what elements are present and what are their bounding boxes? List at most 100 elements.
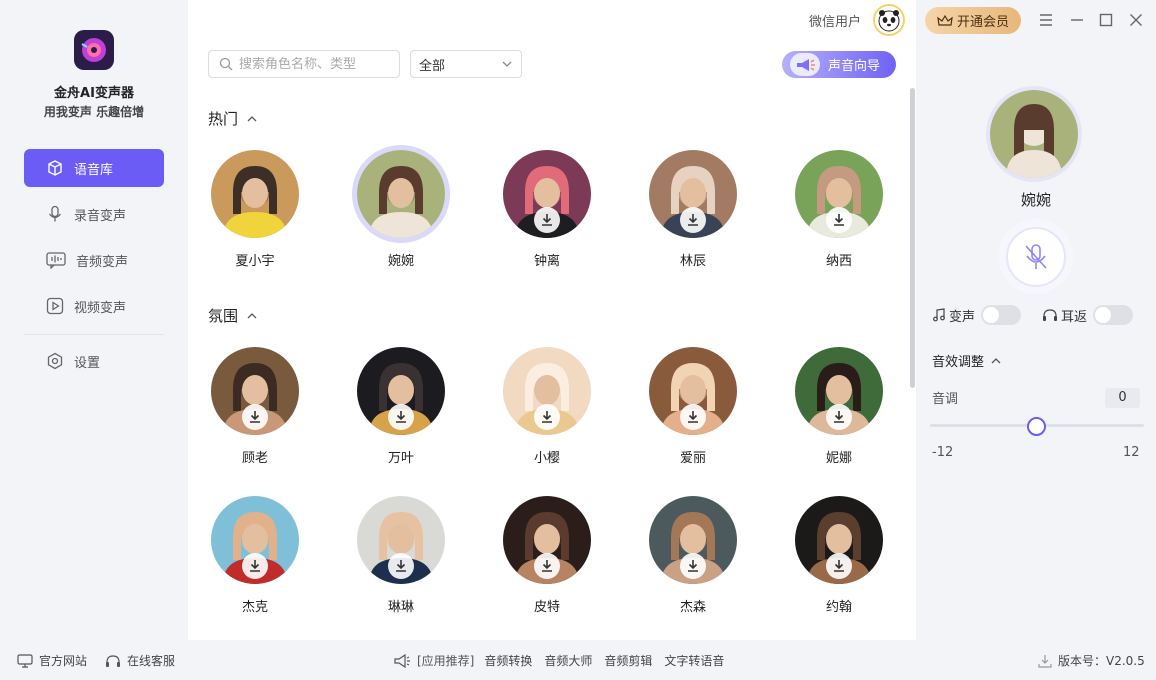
sidebar-item-audio-change[interactable]: 音频变声: [24, 241, 164, 279]
promo-area: [应用推荐] 音频转换 音频大师 音频剪辑 文字转语音: [393, 652, 724, 669]
voice-avatar: [211, 347, 299, 435]
download-icon[interactable]: [826, 207, 852, 233]
search-input[interactable]: [239, 56, 389, 72]
pitch-value[interactable]: 0: [1105, 388, 1140, 408]
chevron-down-icon: [502, 61, 512, 67]
voice-name: 万叶: [387, 451, 414, 466]
ear-monitor-toggle[interactable]: 耳返: [1042, 305, 1134, 325]
download-icon[interactable]: [388, 404, 414, 430]
pitch-max-label: 12: [1123, 445, 1140, 460]
download-icon[interactable]: [826, 404, 852, 430]
monitor-icon: [17, 653, 33, 668]
voice-card[interactable]: 杰克: [200, 496, 310, 615]
cube-icon: [48, 160, 62, 176]
settings-icon: [47, 352, 63, 370]
voice-library-panel: 全部 声音向导 热门 氛围 夏小宇 婉婉 钟离 林辰 纳西顾老 万叶 小樱 爱丽 妮娜杰克 琳琳 皮…: [188, 0, 916, 640]
voice-card[interactable]: 纳西: [784, 150, 894, 269]
vip-label: 开通会员: [956, 15, 1009, 30]
promo-app-link[interactable]: 音频剪辑: [604, 652, 652, 669]
voice-avatar: [795, 496, 883, 584]
microphone-muted-icon: [1024, 243, 1047, 269]
promo-label: [应用推荐]: [417, 654, 475, 668]
search-box[interactable]: [208, 50, 400, 78]
sidebar-item-video-change[interactable]: 视频变声: [24, 287, 164, 325]
version-label: 版本号：V2.0.5: [1058, 654, 1145, 668]
pitch-label: 音调: [932, 392, 959, 407]
voice-avatar: [211, 150, 299, 238]
voice-name: 夏小宇: [235, 254, 275, 269]
voice-card[interactable]: 钟离: [492, 150, 602, 269]
voice-card[interactable]: 爱丽: [638, 347, 748, 466]
download-icon[interactable]: [242, 553, 268, 579]
ear-monitor-switch[interactable]: [1093, 305, 1134, 325]
category-select[interactable]: 全部: [410, 50, 522, 78]
mic-toggle-button[interactable]: [998, 219, 1073, 294]
voice-change-toggle[interactable]: 变声: [932, 305, 1022, 325]
voice-avatar: [649, 150, 737, 238]
eq-title: 音效调整: [932, 355, 985, 370]
user-avatar[interactable]: [873, 4, 905, 36]
promo-app-link[interactable]: 文字转语音: [664, 652, 724, 669]
voice-card[interactable]: 妮娜: [784, 347, 894, 466]
promo-app-link[interactable]: 音频转换: [484, 652, 532, 669]
voice-avatar: [357, 347, 445, 435]
voice-change-switch[interactable]: [981, 305, 1022, 325]
voice-avatar: [795, 347, 883, 435]
voice-name: 杰克: [241, 600, 268, 615]
section-title: 热门: [208, 110, 239, 128]
support-link[interactable]: 在线客服: [105, 652, 175, 669]
voice-card[interactable]: 林辰: [638, 150, 748, 269]
minimize-icon[interactable]: [1068, 11, 1086, 29]
voice-card[interactable]: 皮特: [492, 496, 602, 615]
maximize-icon[interactable]: [1097, 11, 1115, 29]
eq-section-header[interactable]: 音效调整: [932, 351, 1002, 370]
sidebar-item-settings[interactable]: 设置: [24, 342, 164, 380]
menu-icon[interactable]: [1037, 11, 1055, 29]
voice-card[interactable]: 万叶: [346, 347, 456, 466]
pitch-slider-handle[interactable]: [1027, 417, 1046, 436]
official-site-label: 官方网站: [39, 654, 88, 668]
download-icon[interactable]: [680, 553, 706, 579]
play-icon: [46, 297, 64, 315]
voice-name: 纳西: [825, 254, 852, 269]
official-site-link[interactable]: 官方网站: [17, 652, 87, 669]
voice-card[interactable]: 杰森: [638, 496, 748, 615]
promo-app-link[interactable]: 音频大师: [544, 652, 592, 669]
footer-bar: 官方网站 在线客服 [应用推荐] 音频转换 音频大师 音频剪辑 文字转语音 版本…: [0, 640, 1156, 680]
download-icon[interactable]: [534, 207, 560, 233]
voice-guide-button[interactable]: 声音向导: [782, 51, 896, 78]
voice-card[interactable]: 夏小宇: [200, 150, 310, 269]
sidebar-item-label: 视频变声: [74, 300, 127, 316]
download-icon[interactable]: [680, 207, 706, 233]
voice-name: 婉婉: [387, 254, 414, 269]
sidebar-item-record-change[interactable]: 录音变声: [24, 195, 164, 233]
voice-avatar: [649, 496, 737, 584]
voice-name: 林辰: [679, 254, 706, 269]
selected-voice-avatar: [990, 90, 1078, 178]
scrollbar[interactable]: [910, 88, 915, 388]
download-icon[interactable]: [680, 404, 706, 430]
voice-card[interactable]: 约翰: [784, 496, 894, 615]
ear-monitor-label: 耳返: [1061, 309, 1088, 325]
vip-button[interactable]: 开通会员: [925, 7, 1021, 34]
version-info[interactable]: 版本号：V2.0.5: [1038, 652, 1145, 669]
voice-card[interactable]: 琳琳: [346, 496, 456, 615]
voice-name: 琳琳: [387, 600, 414, 615]
section-atmosphere-header[interactable]: 氛围: [208, 305, 258, 326]
section-title: 氛围: [208, 307, 239, 325]
sidebar-item-voice-library[interactable]: 语音库: [24, 149, 164, 187]
section-hot-header[interactable]: 热门: [208, 108, 258, 129]
voice-card[interactable]: 小樱: [492, 347, 602, 466]
close-icon[interactable]: [1127, 11, 1145, 29]
voice-settings-panel: 婉婉 变声 耳返 音效调整 音调 0 -12 12: [916, 0, 1156, 640]
voice-card[interactable]: 顾老: [200, 347, 310, 466]
download-icon[interactable]: [826, 553, 852, 579]
download-icon[interactable]: [242, 404, 268, 430]
voice-card[interactable]: 婉婉: [346, 150, 456, 269]
download-icon[interactable]: [534, 553, 560, 579]
download-icon[interactable]: [534, 404, 560, 430]
user-name[interactable]: 微信用户: [809, 11, 861, 30]
voice-name: 钟离: [533, 254, 560, 269]
download-icon[interactable]: [388, 553, 414, 579]
voice-avatar: [649, 347, 737, 435]
